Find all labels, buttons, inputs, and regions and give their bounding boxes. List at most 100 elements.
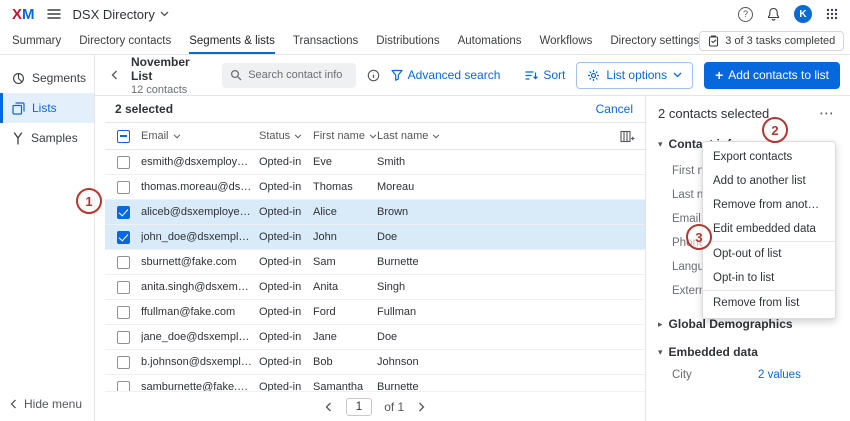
row-checkbox[interactable] xyxy=(117,156,130,169)
last-name-cell: Burnette xyxy=(377,256,611,268)
tab[interactable]: Segments & lists xyxy=(189,28,275,54)
tab[interactable]: Directory contacts xyxy=(79,28,171,54)
menu-item[interactable]: Export contacts xyxy=(703,145,835,169)
first-name-cell: Samantha xyxy=(313,381,377,391)
menu-item[interactable]: Add to another list xyxy=(703,169,835,193)
list-toolbar: November List 12 contacts Advanced searc… xyxy=(95,55,850,95)
contact-detail-panel: 2 contacts selected ⋯ ▾ Contact info Fir… xyxy=(645,96,850,421)
row-checkbox[interactable] xyxy=(117,181,130,194)
table-row[interactable]: aliceb@dsxemployee.com Opted-in Alice Br… xyxy=(105,200,645,225)
select-all-checkbox[interactable] xyxy=(117,130,130,143)
tab[interactable]: Distributions xyxy=(376,28,439,54)
tab[interactable]: Directory settings xyxy=(610,28,699,54)
table-row[interactable]: ffullman@fake.com Opted-in Ford Fullman xyxy=(105,300,645,325)
row-checkbox[interactable] xyxy=(117,231,130,244)
panel-title: 2 contacts selected xyxy=(658,106,769,121)
first-name-cell: Sam xyxy=(313,256,377,268)
menu-item[interactable]: Edit embedded data xyxy=(703,217,835,242)
row-checkbox[interactable] xyxy=(117,256,130,269)
tab[interactable]: Transactions xyxy=(293,28,358,54)
status-cell: Opted-in xyxy=(259,356,313,368)
row-checkbox[interactable] xyxy=(117,281,130,294)
user-avatar[interactable]: K xyxy=(794,5,812,23)
status-cell: Opted-in xyxy=(259,256,313,268)
table-row[interactable]: thomas.moreau@dsxempl... Opted-in Thomas… xyxy=(105,175,645,200)
embedded-data-section-header[interactable]: ▾ Embedded data xyxy=(658,345,838,359)
search-box xyxy=(222,63,355,88)
sidebar-item-segments[interactable]: Segments xyxy=(0,63,94,93)
status-cell: Opted-in xyxy=(259,306,313,318)
apps-grid-icon[interactable] xyxy=(826,8,838,20)
tab[interactable]: Workflows xyxy=(540,28,593,54)
prev-page-icon[interactable] xyxy=(323,400,334,414)
advanced-search-button[interactable]: Advanced search xyxy=(391,68,501,82)
email-cell: b.johnson@dsxemployee.... xyxy=(141,356,259,368)
sidebar-item-lists[interactable]: Lists xyxy=(0,93,94,123)
email-cell: anita.singh@dsxemployee... xyxy=(141,281,259,293)
row-checkbox[interactable] xyxy=(117,381,130,392)
annotation-circle-3: 3 xyxy=(686,224,712,250)
sort-button[interactable]: Sort xyxy=(525,68,565,82)
column-header-first-name[interactable]: First name xyxy=(313,130,377,142)
menu-item[interactable]: Opt-out of list xyxy=(703,242,835,266)
tab[interactable]: Summary xyxy=(12,28,61,54)
chevron-down-icon xyxy=(673,72,682,78)
column-header-email[interactable]: Email xyxy=(141,130,259,142)
table-row[interactable]: anita.singh@dsxemployee... Opted-in Anit… xyxy=(105,275,645,300)
notifications-bell-icon[interactable] xyxy=(767,7,780,21)
next-page-icon[interactable] xyxy=(416,400,427,414)
menu-item[interactable]: Opt-in to list xyxy=(703,266,835,291)
last-name-cell: Doe xyxy=(377,231,611,243)
overflow-menu-icon[interactable]: ⋯ xyxy=(815,106,838,121)
row-checkbox[interactable] xyxy=(117,356,130,369)
list-options-button[interactable]: List options xyxy=(576,62,693,89)
first-name-cell: Thomas xyxy=(313,181,377,193)
contacts-table: 2 selected Cancel Email Status First nam… xyxy=(95,96,645,421)
column-header-status[interactable]: Status xyxy=(259,130,313,142)
current-page[interactable]: 1 xyxy=(346,398,372,416)
gear-icon xyxy=(587,69,600,82)
column-header-last-name[interactable]: Last name xyxy=(377,130,611,142)
status-cell: Opted-in xyxy=(259,281,313,293)
caret-down-icon: ▾ xyxy=(658,347,663,358)
column-picker-icon[interactable] xyxy=(620,130,635,143)
row-checkbox[interactable] xyxy=(117,331,130,344)
list-name: November List xyxy=(131,55,211,83)
table-row[interactable]: jane_doe@dsxemployee.... Opted-in Jane D… xyxy=(105,325,645,350)
directory-switcher[interactable]: DSX Directory xyxy=(73,7,169,22)
sort-icon xyxy=(525,70,538,81)
table-row[interactable]: samburnette@fake.com Opted-in Samantha B… xyxy=(105,375,645,391)
table-row[interactable]: esmith@dsxemployee.com Opted-in Eve Smit… xyxy=(105,150,645,175)
table-row[interactable]: sburnett@fake.com Opted-in Sam Burnette xyxy=(105,250,645,275)
global-demographics-section-header[interactable]: ▸ Global Demographics xyxy=(658,317,838,331)
page-total: of 1 xyxy=(384,400,404,414)
tab[interactable]: Automations xyxy=(458,28,522,54)
row-checkbox[interactable] xyxy=(117,306,130,319)
email-cell: jane_doe@dsxemployee.... xyxy=(141,331,259,343)
row-checkbox[interactable] xyxy=(117,206,130,219)
table-row[interactable]: b.johnson@dsxemployee.... Opted-in Bob J… xyxy=(105,350,645,375)
search-input[interactable] xyxy=(248,69,347,81)
hamburger-menu-icon[interactable] xyxy=(47,8,61,20)
email-cell: ffullman@fake.com xyxy=(141,306,259,318)
info-icon[interactable] xyxy=(367,69,380,82)
last-name-cell: Doe xyxy=(377,331,611,343)
status-cell: Opted-in xyxy=(259,181,313,193)
chevron-down-icon xyxy=(160,11,169,17)
directory-name: DSX Directory xyxy=(73,7,155,22)
content-area: Segments Lists Samples Hide menu Novembe… xyxy=(0,55,850,421)
table-row[interactable]: john_doe@dsxemployee.... Opted-in John D… xyxy=(105,225,645,250)
main-area: November List 12 contacts Advanced searc… xyxy=(95,55,850,421)
sidebar-item-samples[interactable]: Samples xyxy=(0,123,94,153)
help-icon[interactable]: ? xyxy=(738,7,753,22)
menu-item[interactable]: Remove from another list xyxy=(703,193,835,217)
lists-icon xyxy=(12,102,25,115)
tasks-completed-badge[interactable]: 3 of 3 tasks completed xyxy=(699,31,844,51)
city-values-link[interactable]: 2 values xyxy=(758,369,801,381)
add-contacts-button[interactable]: + Add contacts to list xyxy=(704,62,840,89)
first-name-cell: Eve xyxy=(313,156,377,168)
cancel-selection-link[interactable]: Cancel xyxy=(596,102,633,116)
back-button[interactable] xyxy=(109,68,120,82)
menu-item[interactable]: Remove from list xyxy=(703,291,835,315)
hide-menu-button[interactable]: Hide menu xyxy=(10,397,82,411)
